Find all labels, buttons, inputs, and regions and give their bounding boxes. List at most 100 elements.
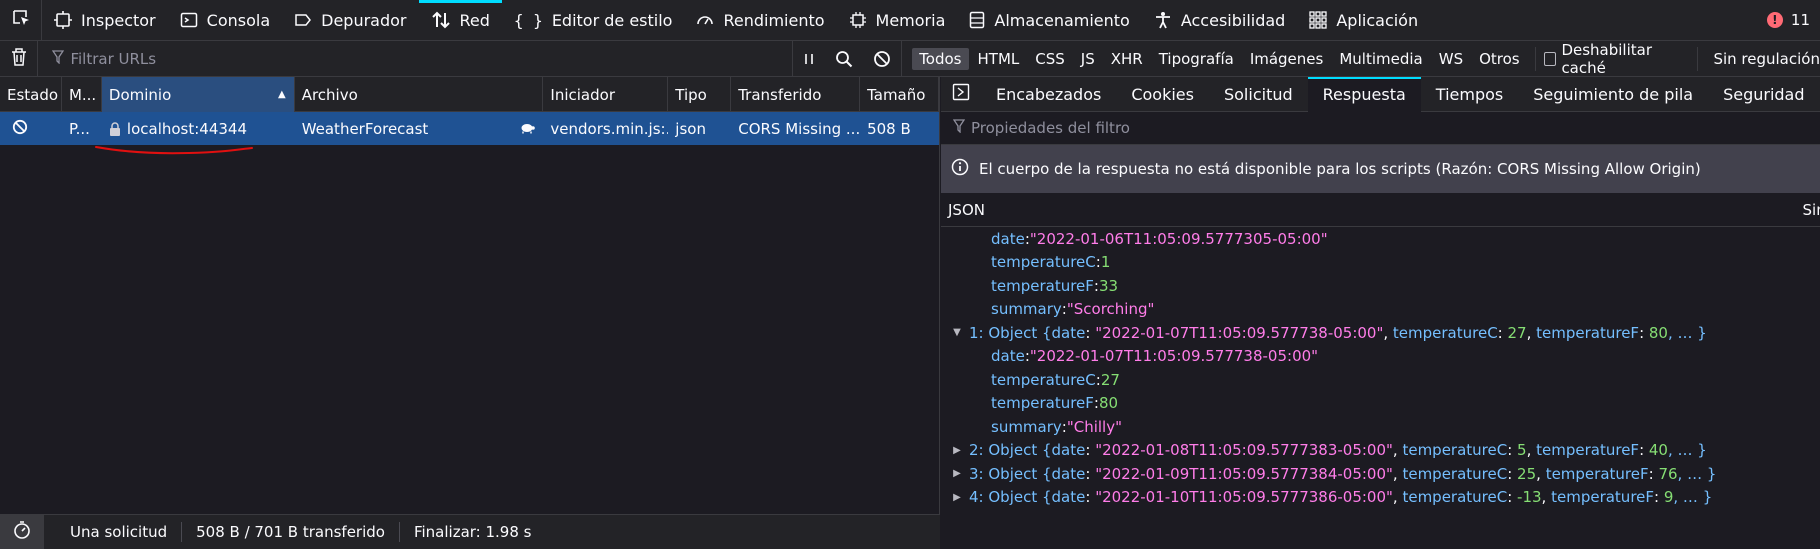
turtle-icon — [519, 120, 536, 138]
domain-text: localhost:44344 — [126, 119, 248, 138]
type-filter-other[interactable]: Otros — [1472, 48, 1527, 70]
performance-analysis-button[interactable] — [0, 515, 44, 549]
gauge-icon — [696, 11, 714, 29]
json-label: JSON — [948, 200, 985, 219]
type-filter-html[interactable]: HTML — [971, 48, 1027, 70]
element-picker-button[interactable] — [0, 0, 42, 40]
file-text: WeatherForecast — [301, 119, 429, 138]
column-size[interactable]: Tamaño — [860, 77, 939, 112]
json-property[interactable]: temperatureC: 27 — [941, 368, 1820, 392]
tab-cookies[interactable]: Cookies — [1116, 77, 1209, 112]
tab-label: Depurador — [321, 10, 407, 30]
type-filter-media[interactable]: Multimedia — [1332, 48, 1429, 70]
json-object-row[interactable]: ▶ 3: Object { date: "2022-01-09T11:05:09… — [941, 462, 1820, 486]
disable-cache-label: Deshabilitar caché — [1561, 40, 1652, 77]
tab-headers[interactable]: Encabezados — [981, 77, 1116, 112]
sort-ascending-icon: ▲ — [278, 89, 286, 100]
tab-debugger[interactable]: Depurador — [282, 0, 418, 40]
json-property[interactable]: date: "2022-01-06T11:05:09.5777305-05:00… — [941, 227, 1820, 251]
cors-notice: El cuerpo de la respuesta no está dispon… — [941, 145, 1820, 193]
domain-cell: localhost:44344 — [102, 112, 295, 145]
console-icon — [180, 11, 198, 29]
properties-filter[interactable]: Propiedades del filtro — [941, 112, 1820, 145]
collapsed-arrow-icon[interactable]: ▶ — [949, 468, 965, 479]
type-filter-js[interactable]: JS — [1074, 48, 1102, 70]
collapsed-arrow-icon[interactable]: ▶ — [949, 445, 965, 456]
json-property[interactable]: temperatureF: 80 — [941, 392, 1820, 416]
tab-label: Red — [459, 10, 490, 30]
json-section-header[interactable]: JSON Sin p — [941, 193, 1820, 227]
tab-label: Inspector — [81, 10, 156, 30]
inspector-icon — [54, 11, 72, 29]
network-toolbar: Filtrar URLs Todos HTML CSS JS XHR Tipog… — [0, 40, 1820, 77]
throttling-select[interactable]: Sin regulación — [1705, 50, 1820, 68]
filter-icon — [952, 119, 966, 137]
tab-accessibility[interactable]: Accesibilidad — [1142, 0, 1298, 40]
json-object-row[interactable]: ▶ 4: Object { date: "2022-01-10T11:05:09… — [941, 486, 1820, 510]
toolbox-tabbar: Inspector Consola Depurador Red { } Edit… — [0, 0, 1820, 40]
json-property[interactable]: date: "2022-01-07T11:05:09.577738-05:00" — [941, 345, 1820, 369]
column-transferred[interactable]: Transferido — [731, 77, 861, 112]
divider — [1696, 46, 1698, 71]
json-tree: date: "2022-01-06T11:05:09.5777305-05:00… — [941, 227, 1820, 509]
blocked-icon — [7, 119, 28, 139]
json-property[interactable]: temperatureF: 33 — [941, 274, 1820, 298]
column-file[interactable]: Archivo — [295, 77, 544, 112]
type-filter-xhr[interactable]: XHR — [1104, 48, 1150, 70]
json-object-row[interactable]: ▼ 1: Object { date: "2022-01-07T11:05:09… — [941, 321, 1820, 345]
column-initiator[interactable]: Iniciador — [543, 77, 669, 112]
error-counter[interactable]: ! 11 — [1766, 0, 1810, 40]
tab-memory[interactable]: Memoria — [837, 0, 958, 40]
json-property[interactable]: summary: "Scorching" — [941, 298, 1820, 322]
type-cell: json — [675, 119, 706, 138]
expanded-arrow-icon[interactable]: ▼ — [949, 327, 965, 338]
tab-request[interactable]: Solicitud — [1209, 77, 1308, 112]
tab-storage[interactable]: Almacenamiento — [957, 0, 1141, 40]
tab-label: Aplicación — [1336, 10, 1419, 30]
debugger-icon — [294, 11, 312, 29]
raw-toggle-label[interactable]: Sin p — [1803, 201, 1820, 219]
toggle-panel-button[interactable] — [941, 77, 981, 112]
tab-label: Rendimiento — [723, 10, 825, 30]
type-filter-all[interactable]: Todos — [912, 47, 969, 70]
type-filter-images[interactable]: Imágenes — [1243, 48, 1331, 70]
json-property[interactable]: temperatureC: 1 — [941, 251, 1820, 275]
details-tabbar: Encabezados Cookies Solicitud Respuesta … — [941, 76, 1820, 112]
tab-application[interactable]: Aplicación — [1297, 0, 1430, 40]
disable-cache-checkbox[interactable]: Deshabilitar caché — [1543, 40, 1689, 77]
search-icon[interactable] — [835, 50, 853, 68]
type-filter-css[interactable]: CSS — [1028, 48, 1072, 70]
tab-performance[interactable]: Rendimiento — [684, 0, 836, 40]
transferred-cell: CORS Missing ... — [738, 119, 861, 138]
network-statusbar: Una solicitud 508 B / 701 B transferido … — [0, 514, 940, 549]
tab-stack-trace[interactable]: Seguimiento de pila — [1518, 77, 1708, 112]
checkbox-box[interactable] — [1543, 51, 1557, 66]
tab-inspector[interactable]: Inspector — [42, 0, 168, 40]
column-status[interactable]: Estado — [0, 77, 62, 112]
column-domain[interactable]: Dominio ▲ — [101, 77, 295, 112]
url-filter[interactable]: Filtrar URLs — [38, 50, 752, 68]
json-object-row[interactable]: ▶ 2: Object { date: "2022-01-08T11:05:09… — [941, 439, 1820, 463]
tab-style-editor[interactable]: { } Editor de estilo — [502, 0, 685, 40]
method-cell: P... — [68, 119, 90, 138]
block-icon[interactable] — [873, 50, 891, 68]
request-count: Una solicitud — [56, 522, 183, 542]
json-property[interactable]: summary: "Chilly" — [941, 415, 1820, 439]
column-method[interactable]: M... — [62, 77, 102, 112]
tab-response[interactable]: Respuesta — [1307, 76, 1421, 112]
tab-timings[interactable]: Tiempos — [1421, 77, 1518, 112]
type-filter-ws[interactable]: WS — [1432, 48, 1470, 70]
tab-network[interactable]: Red — [418, 0, 503, 40]
pause-icon[interactable] — [803, 52, 815, 66]
filter-icon — [52, 49, 65, 68]
type-filter-fonts[interactable]: Tipografía — [1152, 48, 1241, 70]
tab-security[interactable]: Seguridad — [1708, 77, 1819, 112]
table-header: Estado M... Dominio ▲ Archivo Iniciador … — [0, 77, 939, 112]
type-filters: Todos HTML CSS JS XHR Tipografía Imágene… — [902, 47, 1527, 70]
tab-console[interactable]: Consola — [168, 0, 282, 40]
collapsed-arrow-icon[interactable]: ▶ — [949, 492, 965, 503]
table-row[interactable]: P... localhost:44344 WeatherForecast ven… — [0, 112, 939, 145]
clear-button[interactable] — [0, 40, 39, 77]
column-type[interactable]: Tipo — [668, 77, 732, 112]
initiator-cell[interactable]: vendors.min.js:... — [543, 112, 668, 145]
